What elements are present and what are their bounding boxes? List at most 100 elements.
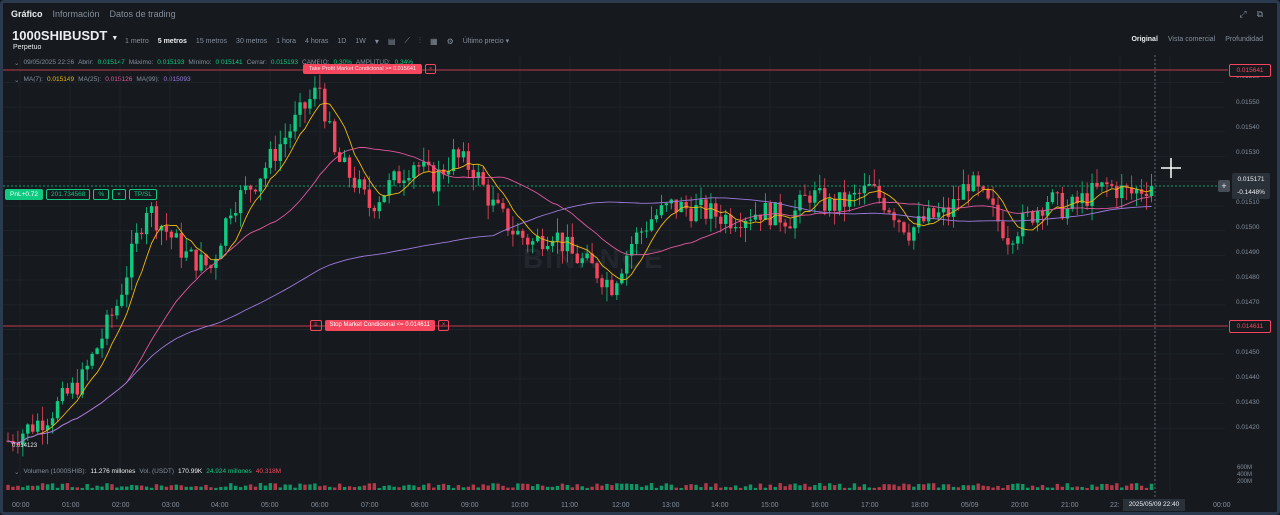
volume-bar: [679, 487, 683, 490]
volume-bar: [862, 484, 867, 490]
candle-body: [531, 241, 535, 245]
candle-body: [392, 171, 396, 181]
volume-bar: [595, 483, 599, 490]
candle-body: [372, 207, 376, 212]
tp-order-label[interactable]: Take Profit Market Condicional >= 0.0156…: [303, 64, 423, 74]
candle-body: [199, 254, 203, 271]
volume-bar: [446, 484, 451, 490]
volume-bar: [585, 487, 589, 490]
stop-order-label[interactable]: Stop Market Condicional <= 0.014611: [324, 320, 435, 331]
candle-body: [887, 210, 891, 213]
volume-bar: [204, 484, 208, 490]
candle-body: [709, 203, 713, 219]
volume-bar: [788, 484, 792, 490]
x-tick: 03:00: [162, 502, 180, 509]
position-close-icon[interactable]: ×: [112, 189, 126, 200]
close-position-button[interactable]: %: [93, 189, 110, 200]
add-order-plus-icon[interactable]: +: [1218, 180, 1230, 192]
candle-body: [333, 121, 337, 153]
candle-body: [238, 190, 243, 214]
candle-body: [1050, 192, 1055, 203]
candle-body: [600, 278, 604, 288]
volume-bar: [694, 484, 698, 490]
volume-bar: [318, 486, 322, 490]
volume-bar: [818, 483, 822, 490]
candle-body: [65, 388, 70, 394]
volume-bar: [907, 484, 911, 490]
tp-cancel-icon[interactable]: ×: [425, 64, 437, 74]
candle-body: [793, 210, 797, 229]
volume-bar: [773, 486, 777, 490]
volume-bar: [120, 486, 124, 490]
volume-bar: [961, 485, 966, 490]
volume-bar: [496, 483, 500, 490]
candle-body: [248, 185, 253, 190]
volume-bar: [828, 483, 832, 490]
candlestick-chart[interactable]: [3, 3, 1280, 515]
candle-body: [610, 279, 614, 296]
volume-bar: [1144, 487, 1149, 490]
volume-bar: [36, 485, 40, 490]
candle-body: [679, 201, 683, 213]
stop-drag-icon[interactable]: ≡: [310, 320, 322, 331]
y-tick: 0.01500: [1236, 224, 1260, 231]
chart-window: Gráfico Información Datos de trading ⤢ ⧉…: [0, 0, 1280, 515]
volume-bar: [580, 486, 584, 490]
volume-bar: [535, 484, 540, 490]
candle-body: [976, 175, 980, 187]
candle-body: [654, 215, 659, 220]
volume-bar: [248, 484, 253, 490]
volume-bar: [486, 485, 490, 490]
candle-body: [971, 175, 975, 192]
candle-body: [313, 87, 317, 100]
volume-bar: [724, 486, 728, 490]
candle-body: [788, 226, 792, 229]
candle-body: [630, 243, 634, 256]
candle-body: [451, 149, 456, 172]
ma7-line: [7, 102, 1152, 444]
volume-bar: [154, 484, 159, 490]
volume-bar: [659, 485, 664, 490]
candle-body: [110, 314, 114, 316]
tpsl-button[interactable]: TP/SL: [128, 189, 157, 200]
volume-bar: [65, 483, 70, 490]
pnl-badge[interactable]: PnL+0.72: [5, 189, 44, 200]
x-tick: 14:00: [711, 502, 729, 509]
stop-cancel-icon[interactable]: ×: [437, 320, 450, 331]
candle-body: [263, 167, 268, 179]
candle-body: [986, 189, 990, 199]
candle-body: [664, 203, 669, 206]
volume-bar: [135, 485, 139, 490]
volume-bar: [714, 483, 718, 490]
volume-bar: [1129, 483, 1134, 490]
volume-bar: [476, 487, 480, 490]
candle-body: [278, 144, 282, 161]
volume-bar: [634, 484, 639, 490]
candle-body: [699, 199, 703, 206]
volume-bar: [26, 485, 30, 490]
collapse-chevron-icon[interactable]: ⌄: [14, 468, 19, 476]
volume-bar: [422, 484, 426, 490]
stop-order: ≡ Stop Market Condicional <= 0.014611 ×: [310, 320, 450, 331]
volume-bar: [867, 487, 871, 490]
volume-bar: [521, 483, 525, 490]
volume-bar: [931, 483, 936, 490]
candle-body: [1105, 182, 1109, 185]
volume-bar: [328, 486, 332, 490]
volume-bar: [615, 483, 619, 490]
y-tick: 0.01440: [1236, 374, 1260, 381]
candle-body: [461, 151, 466, 158]
volume-bar: [803, 483, 807, 490]
volume-bar: [778, 483, 782, 490]
volume-bar: [620, 483, 624, 490]
volume-bar: [159, 485, 164, 490]
candle-body: [36, 420, 40, 432]
candle-body: [625, 255, 629, 274]
volume-bar: [303, 484, 307, 490]
volume-bar: [85, 484, 89, 490]
x-tick: 05:00: [261, 502, 279, 509]
candle-body: [253, 189, 258, 192]
candle-body: [466, 151, 471, 170]
volume-bar: [387, 485, 391, 490]
candle-body: [511, 230, 515, 235]
